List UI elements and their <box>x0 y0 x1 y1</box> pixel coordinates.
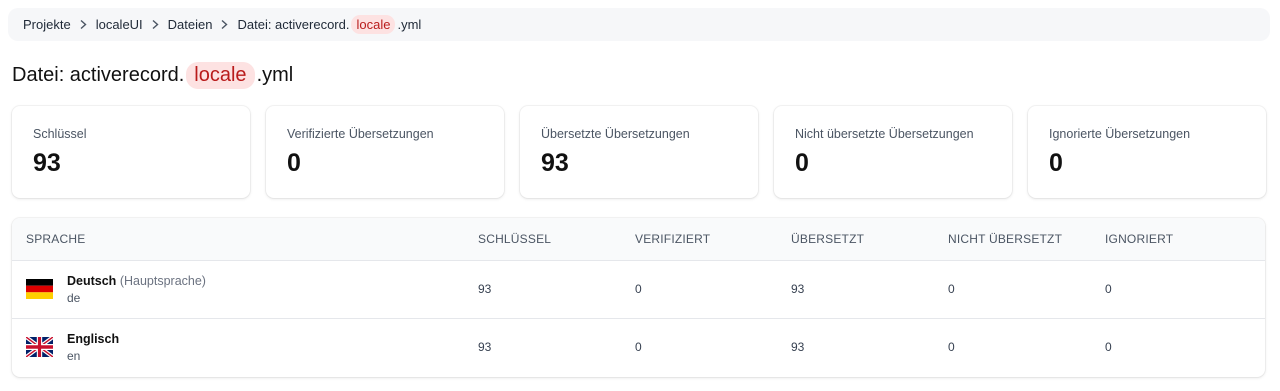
languages-table: SPRACHE SCHLÜSSEL VERIFIZIERT ÜBERSETZT … <box>12 218 1265 377</box>
stat-label: Verifizierte Übersetzungen <box>287 127 434 141</box>
column-header-not-translated: NICHT ÜBERSETZT <box>948 218 1105 261</box>
stat-card-translated: Übersetzte Übersetzungen 93 <box>520 106 758 198</box>
table-row[interactable]: Englisch en 93 0 93 0 0 <box>12 318 1265 376</box>
stat-label: Übersetzte Übersetzungen <box>541 127 690 141</box>
language-label[interactable]: Englisch <box>67 332 119 346</box>
language-code: en <box>67 348 81 363</box>
chevron-right-icon <box>151 19 160 30</box>
table-header-row: SPRACHE SCHLÜSSEL VERIFIZIERT ÜBERSETZT … <box>12 218 1265 261</box>
stat-value: 0 <box>287 149 301 177</box>
not-translated-cell: 0 <box>948 282 955 296</box>
breadcrumb-current-prefix: Datei: activerecord. <box>237 17 350 32</box>
uk-flag-icon <box>26 337 53 358</box>
ignored-cell: 0 <box>1105 282 1112 296</box>
stat-value: 0 <box>1049 149 1063 177</box>
page-title: Datei: activerecord. locale .yml <box>12 62 293 89</box>
stat-card-ignored: Ignorierte Übersetzungen 0 <box>1028 106 1266 198</box>
title-suffix: .yml <box>256 64 294 86</box>
language-cell: Englisch en <box>12 318 478 376</box>
language-code: de <box>67 290 81 305</box>
translated-cell: 93 <box>791 282 805 296</box>
stat-value: 0 <box>795 149 809 177</box>
language-label[interactable]: Deutsch <box>67 274 116 288</box>
stat-card-verified: Verifizierte Übersetzungen 0 <box>266 106 504 198</box>
column-header-translated: ÜBERSETZT <box>791 218 948 261</box>
breadcrumb-project[interactable]: localeUI <box>96 17 143 32</box>
keys-cell: 93 <box>478 282 492 296</box>
breadcrumb-dateien[interactable]: Dateien <box>168 17 213 32</box>
column-header-verified: VERIFIZIERT <box>635 218 791 261</box>
language-cell: Deutsch (Hauptsprache) de <box>12 260 478 318</box>
breadcrumb: Projekte localeUI Dateien Datei: activer… <box>8 8 1270 41</box>
language-name[interactable]: Deutsch (Hauptsprache) <box>67 274 206 288</box>
stat-label: Schlüssel <box>33 127 87 141</box>
verified-cell: 0 <box>635 282 642 296</box>
verified-cell: 0 <box>635 340 642 355</box>
main-language-hint: (Hauptsprache) <box>119 273 206 288</box>
column-header-ignored: IGNORIERT <box>1105 218 1265 261</box>
keys-cell: 93 <box>478 340 492 355</box>
translated-cell: 93 <box>791 340 805 355</box>
stat-label: Nicht übersetzte Übersetzungen <box>795 127 974 141</box>
chevron-right-icon <box>220 19 229 30</box>
title-key: locale <box>186 62 255 89</box>
table-row[interactable]: Deutsch (Hauptsprache) de 93 0 93 0 0 <box>12 260 1265 318</box>
stat-label: Ignorierte Übersetzungen <box>1049 127 1191 141</box>
language-name[interactable]: Englisch <box>67 332 119 346</box>
title-prefix: Datei: activerecord. <box>12 64 185 86</box>
stats-cards: Schlüssel 93 Verifizierte Übersetzungen … <box>12 106 1266 198</box>
chevron-right-icon <box>79 19 88 30</box>
breadcrumb-current-key: locale <box>351 15 396 34</box>
stat-value: 93 <box>541 149 569 177</box>
breadcrumb-current-suffix: .yml <box>397 17 422 32</box>
stat-value: 93 <box>33 149 61 177</box>
not-translated-cell: 0 <box>948 340 955 355</box>
ignored-cell: 0 <box>1105 340 1112 355</box>
column-header-keys: SCHLÜSSEL <box>478 218 635 261</box>
stat-card-not-translated: Nicht übersetzte Übersetzungen 0 <box>774 106 1012 198</box>
germany-flag-icon <box>26 279 53 299</box>
breadcrumb-projekte[interactable]: Projekte <box>23 17 71 32</box>
breadcrumb-current: Datei: activerecord. locale .yml <box>237 15 422 34</box>
stat-card-keys: Schlüssel 93 <box>12 106 250 198</box>
column-header-language: SPRACHE <box>12 218 478 261</box>
